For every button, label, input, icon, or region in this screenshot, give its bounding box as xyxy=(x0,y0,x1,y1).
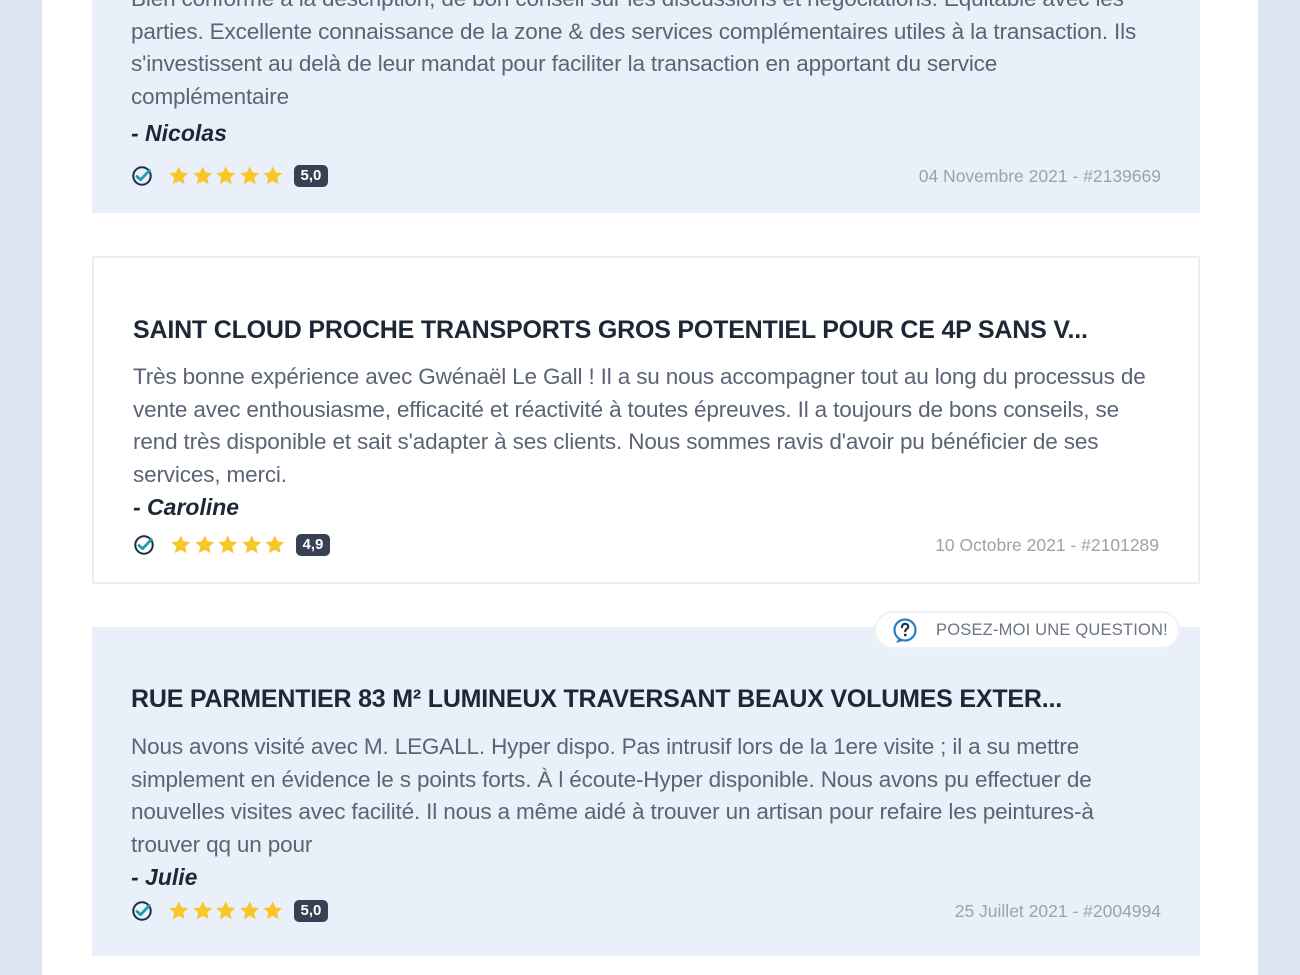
star-icon xyxy=(265,535,285,554)
star-icon xyxy=(169,166,189,185)
star-icon xyxy=(192,166,212,185)
star-icon xyxy=(216,901,236,920)
review-title[interactable]: RUE PARMENTIER 83 M² LUMINEUX TRAVERSANT… xyxy=(131,685,1161,714)
star-icon xyxy=(169,901,189,920)
rating-row: 5,0 04 Novembre 2021 - #2139669 xyxy=(131,163,1161,189)
star-icon xyxy=(263,166,283,185)
review-author: - Nicolas xyxy=(131,120,227,146)
star-icon xyxy=(194,535,214,554)
score-badge: 5,0 xyxy=(293,165,329,187)
verified-check-icon xyxy=(132,166,152,186)
review-date-id: 10 Octobre 2021 - #2101289 xyxy=(935,534,1159,555)
score-badge: 5,0 xyxy=(293,900,329,922)
review-text: Bien conforme à la description, de bon c… xyxy=(131,0,1137,110)
star-icon xyxy=(239,166,259,185)
star-icon xyxy=(239,901,259,920)
review-date-id: 25 Juillet 2021 - #2004994 xyxy=(954,900,1161,921)
question-bubble-icon xyxy=(893,618,917,643)
score-badge: 4,9 xyxy=(295,534,331,556)
star-rating xyxy=(167,900,285,922)
verified-check-icon xyxy=(134,535,154,555)
verified-check-icon xyxy=(132,901,152,921)
rating-row: 5,0 25 Juillet 2021 - #2004994 xyxy=(131,898,1161,924)
ask-question-button[interactable]: POSEZ-MOI UNE QUESTION! xyxy=(874,611,1180,649)
star-icon xyxy=(171,535,191,554)
review-card: RUE PARMENTIER 83 M² LUMINEUX TRAVERSANT… xyxy=(92,627,1200,956)
star-icon xyxy=(263,901,283,920)
review-card: SAINT CLOUD PROCHE TRANSPORTS GROS POTEN… xyxy=(92,256,1200,584)
star-icon xyxy=(241,535,261,554)
star-rating xyxy=(169,534,287,556)
review-date-id: 04 Novembre 2021 - #2139669 xyxy=(918,165,1161,186)
review-author: - Julie xyxy=(131,864,198,890)
star-icon xyxy=(192,901,212,920)
review-author: - Caroline xyxy=(133,494,240,520)
star-icon xyxy=(216,166,236,185)
review-text: Nous avons visité avec M. LEGALL. Hyper … xyxy=(131,734,1094,858)
rating-row: 4,9 10 Octobre 2021 - #2101289 xyxy=(133,532,1159,558)
ask-question-label: POSEZ-MOI UNE QUESTION! xyxy=(936,620,1168,639)
review-title[interactable]: SAINT CLOUD PROCHE TRANSPORTS GROS POTEN… xyxy=(133,316,1159,345)
review-text: Très bonne expérience avec Gwénaël Le Ga… xyxy=(133,364,1146,488)
star-rating xyxy=(167,165,285,187)
reviews-page: Bien conforme à la description, de bon c… xyxy=(42,0,1258,975)
review-card: Bien conforme à la description, de bon c… xyxy=(92,0,1200,213)
star-icon xyxy=(218,535,238,554)
